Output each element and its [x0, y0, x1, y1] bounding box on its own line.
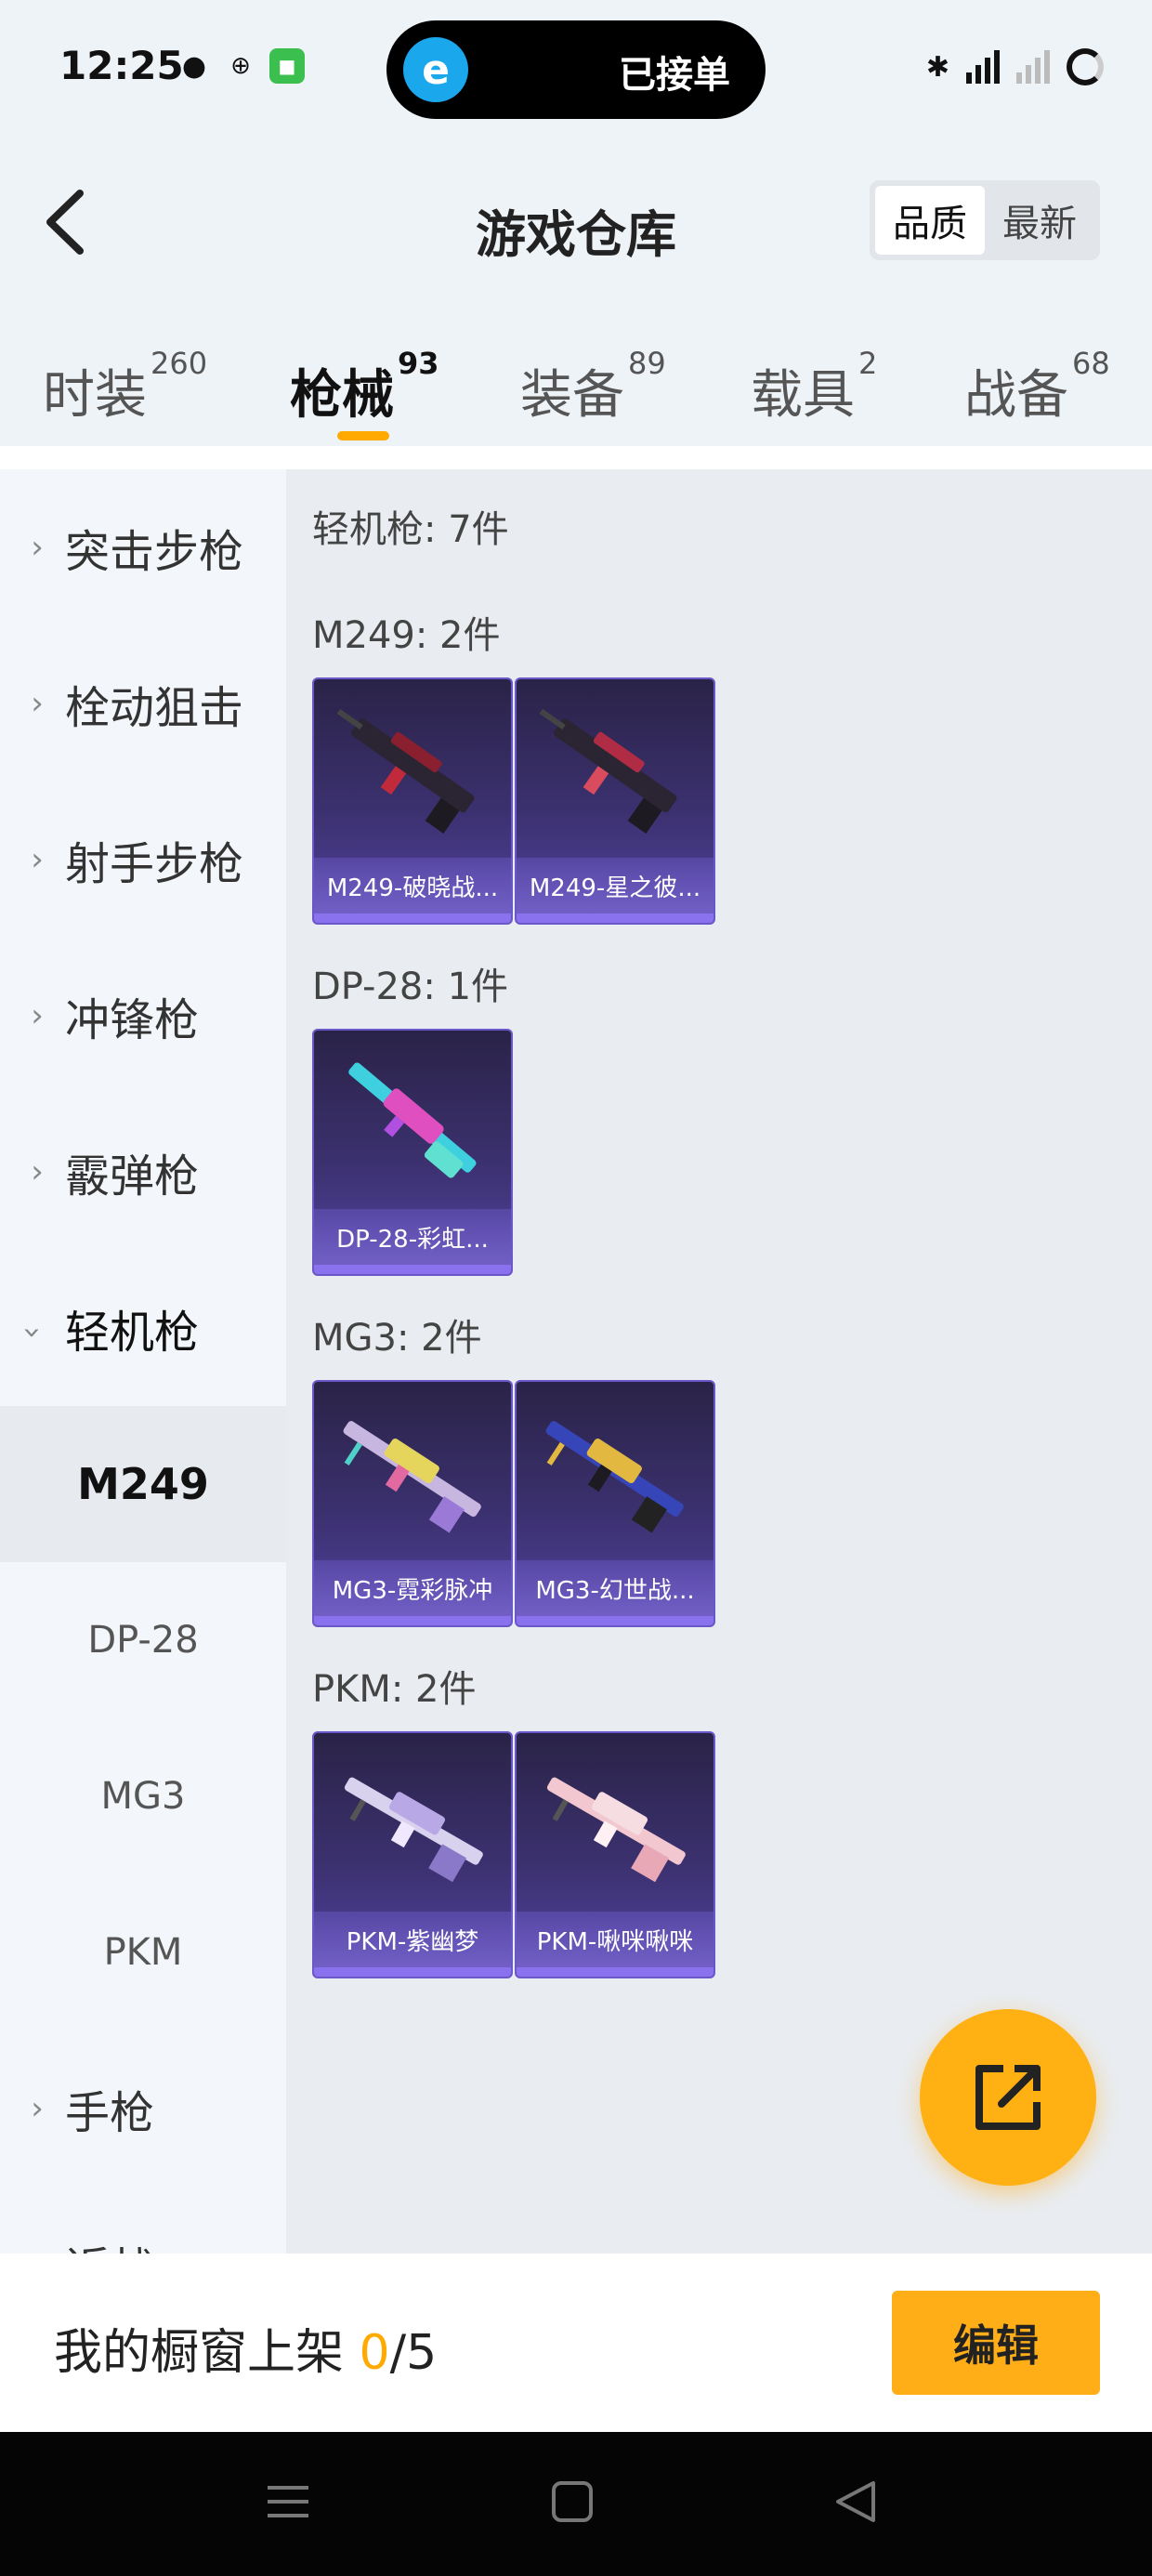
group-title-pkm: PKM: 2件: [312, 1668, 477, 1711]
item-name: PKM-紫幽梦: [314, 1912, 511, 1967]
tab-equipment[interactable]: 装备89: [520, 346, 666, 428]
sidebar-sub-dp28[interactable]: DP-28: [0, 1562, 286, 1718]
chevron-right-icon: ›: [31, 1153, 44, 1190]
item-card[interactable]: DP-28-彩虹...: [312, 1029, 513, 1276]
alipay-icon: ⊕: [230, 52, 251, 80]
status-notification-icons: ● ⊕ ■: [177, 48, 305, 84]
sidebar-item-melee[interactable]: ›近战: [0, 2187, 286, 2254]
tab-supplies[interactable]: 战备68: [964, 346, 1110, 428]
item-name: MG3-霓彩脉冲: [314, 1560, 511, 1616]
showcase-bar: 我的橱窗上架 0/5 编辑: [0, 2254, 1152, 2432]
tab-firearms[interactable]: 枪械93: [290, 346, 439, 428]
sidebar-sub-m249[interactable]: M249: [0, 1406, 286, 1562]
m249-skin-art: [539, 708, 677, 834]
chevron-right-icon: ›: [0, 2246, 65, 2254]
wechat-icon: ●: [181, 49, 207, 83]
item-card[interactable]: MG3-霓彩脉冲: [312, 1380, 513, 1627]
sidebar-item-bolt-sniper[interactable]: › 栓动狙击: [0, 625, 286, 782]
chevron-right-icon: ›: [31, 529, 44, 566]
category-tabs: 时装260 枪械93 装备89 载具2 战备68: [0, 346, 1152, 446]
signal-5g-icon: [966, 50, 1000, 84]
signal-secondary-icon: [1016, 50, 1050, 84]
item-card[interactable]: MG3-幻世战...: [515, 1380, 715, 1627]
bluetooth-icon: ✱: [925, 50, 949, 84]
page-header: 游戏仓库 品质 最新 时装260 枪械93 装备89 载具2 战备68: [0, 139, 1152, 446]
rarity-bar: [517, 1616, 713, 1625]
rarity-bar: [314, 913, 511, 923]
group-title-m249: M249: 2件: [312, 614, 501, 657]
pkm-skin-art: [344, 1777, 483, 1883]
showcase-total: /5: [389, 2325, 438, 2381]
item-name: DP-28-彩虹...: [314, 1209, 511, 1265]
sidebar-item-pistol[interactable]: › 手枪: [0, 2031, 286, 2187]
chevron-right-icon: ›: [31, 841, 44, 878]
sidebar-item-assault-rifle[interactable]: › 突击步枪: [0, 469, 286, 625]
sidebar-item-shotgun[interactable]: › 霰弹枪: [0, 1094, 286, 1250]
status-system-icons: ✱: [926, 48, 1104, 85]
rarity-bar: [314, 1967, 511, 1977]
item-card[interactable]: M249-破晓战...: [312, 677, 513, 925]
tab-fashion[interactable]: 时装260: [43, 346, 207, 428]
item-card[interactable]: PKM-啾咪啾咪: [515, 1731, 715, 1978]
sidebar-sub-mg3[interactable]: MG3: [0, 1718, 286, 1874]
battery-icon: [1067, 48, 1104, 85]
sidebar-sub-pkm[interactable]: PKM: [0, 1874, 286, 2031]
share-button[interactable]: [920, 2009, 1096, 2186]
item-name: MG3-幻世战...: [517, 1560, 713, 1616]
weapon-category-sidebar[interactable]: › 突击步枪 › 栓动狙击 › 射手步枪 › 冲锋枪 › 霰弹枪 › 轻机枪 M249 DP…: [0, 469, 286, 2254]
active-tab-indicator: [337, 431, 389, 440]
rarity-bar: [314, 1265, 511, 1274]
item-name: M249-星之彼...: [517, 858, 713, 913]
app-notification-icon: ■: [269, 48, 305, 84]
category-summary: 轻机枪: 7件: [312, 508, 509, 551]
chevron-right-icon: ›: [31, 997, 44, 1034]
chevron-right-icon: ›: [31, 2090, 44, 2127]
nav-back-icon[interactable]: [818, 2469, 892, 2534]
notification-text: 已接单: [619, 54, 730, 97]
item-card[interactable]: M249-星之彼...: [515, 677, 715, 925]
chevron-down-icon: ›: [14, 1326, 51, 1339]
sort-toggle[interactable]: 品质 最新: [870, 180, 1100, 260]
status-bar: 12:25 ● ⊕ ■ e 已接单 ✱: [0, 0, 1152, 139]
rarity-bar: [517, 1967, 713, 1977]
app-logo-icon: e: [403, 37, 468, 102]
share-icon: [975, 2065, 1041, 2130]
dp28-skin-art: [348, 1062, 477, 1178]
home-icon[interactable]: [535, 2469, 609, 2534]
rarity-bar: [517, 913, 713, 923]
mg3-skin-art: [343, 1421, 481, 1533]
edit-button[interactable]: 编辑: [892, 2291, 1100, 2395]
tab-vehicles[interactable]: 载具2: [751, 346, 877, 428]
rarity-bar: [314, 1616, 511, 1625]
item-card[interactable]: PKM-紫幽梦: [312, 1731, 513, 1978]
dynamic-island[interactable]: e 已接单: [386, 20, 766, 119]
showcase-status: 我的橱窗上架 0/5: [54, 2325, 438, 2381]
sidebar-item-smg[interactable]: › 冲锋枪: [0, 938, 286, 1094]
item-name: M249-破晓战...: [314, 858, 511, 913]
sort-quality-option[interactable]: 品质: [875, 186, 985, 255]
chevron-right-icon: ›: [31, 685, 44, 722]
mg3-skin-art: [545, 1421, 684, 1533]
sort-latest-option[interactable]: 最新: [985, 186, 1094, 255]
m249-skin-art: [336, 708, 475, 834]
item-name: PKM-啾咪啾咪: [517, 1912, 713, 1967]
group-title-mg3: MG3: 2件: [312, 1317, 482, 1360]
sidebar-item-marksman-rifle[interactable]: › 射手步枪: [0, 782, 286, 938]
system-nav-bar: [0, 2432, 1152, 2576]
sidebar-item-lmg[interactable]: › 轻机枪: [0, 1250, 286, 1406]
pkm-skin-art: [546, 1777, 686, 1883]
group-title-dp28: DP-28: 1件: [312, 966, 509, 1008]
status-time: 12:25: [59, 43, 184, 88]
showcase-current-count: 0: [359, 2325, 390, 2381]
weapon-list[interactable]: 轻机枪: 7件 M249: 2件 M249-破晓战... M249-星之彼...…: [286, 469, 1152, 2254]
menu-icon[interactable]: [251, 2469, 325, 2534]
